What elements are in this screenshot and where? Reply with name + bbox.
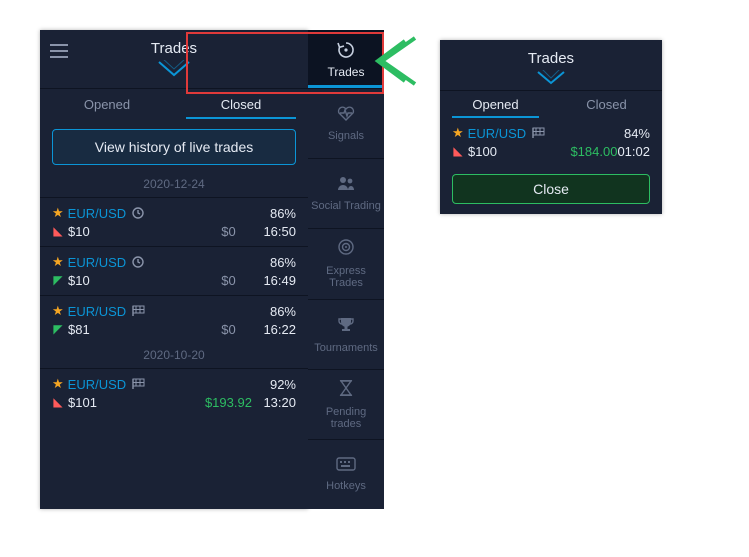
close-trade-button[interactable]: Close xyxy=(452,174,650,204)
rail-label: Signals xyxy=(328,130,364,142)
star-icon: ★ xyxy=(52,254,64,270)
trade-percent: 84% xyxy=(624,126,650,141)
trade-time: 16:50 xyxy=(263,224,296,239)
panel-title: Trades xyxy=(40,40,308,57)
view-history-button[interactable]: View history of live trades xyxy=(52,129,296,165)
rail-label: Social Trading xyxy=(311,200,381,212)
tab-closed[interactable]: Closed xyxy=(551,91,662,119)
trades-panel-closed: Trades Opened Closed View history of liv… xyxy=(40,30,308,509)
trade-row[interactable]: ★ EUR/USD 86% ◣ $10 $0 16:50 xyxy=(40,197,308,246)
heartbeat-icon xyxy=(336,105,356,126)
tab-opened[interactable]: Opened xyxy=(40,89,174,119)
trade-amount: $10 xyxy=(68,224,90,239)
trade-result: $193.92 xyxy=(193,395,263,410)
trade-pair: EUR/USD xyxy=(468,126,527,141)
trade-result: $0 xyxy=(193,224,263,239)
side-rail: Trades Signals Social Trading Express Tr… xyxy=(308,30,384,509)
tab-opened[interactable]: Opened xyxy=(440,91,551,119)
star-icon: ★ xyxy=(52,205,64,221)
trade-row[interactable]: ★ EUR/USD 86% ◤ $10 $0 16:49 xyxy=(40,246,308,295)
tabs: Opened Closed xyxy=(40,89,308,119)
flag-icon xyxy=(532,127,546,139)
trade-pair: EUR/USD xyxy=(68,206,127,221)
trade-pair: EUR/USD xyxy=(68,377,127,392)
trade-percent: 86% xyxy=(270,255,296,270)
trade-row[interactable]: ★ EUR/USD 92% ◣ $101 $193.92 13:20 xyxy=(40,368,308,417)
trade-time: 13:20 xyxy=(263,395,296,410)
trade-time: 16:22 xyxy=(263,322,296,337)
rail-item-trades[interactable]: Trades xyxy=(308,30,384,89)
history-icon xyxy=(336,40,356,63)
trade-amount: $100 xyxy=(468,144,497,159)
trade-percent: 86% xyxy=(270,206,296,221)
trade-amount: $10 xyxy=(68,273,90,288)
trade-result: $0 xyxy=(193,273,263,288)
trade-percent: 86% xyxy=(270,304,296,319)
arrow-up-icon: ◤ xyxy=(52,322,64,336)
tab-closed[interactable]: Closed xyxy=(174,89,308,119)
trade-result: $0 xyxy=(193,322,263,337)
trade-row[interactable]: ★ EUR/USD 86% ◤ $81 $0 16:22 xyxy=(40,295,308,344)
tabs: Opened Closed xyxy=(440,91,662,119)
target-icon xyxy=(337,238,355,261)
trade-percent: 92% xyxy=(270,377,296,392)
trades-panel-opened: Trades Opened Closed ★ EUR/USD 84% ◣ $10… xyxy=(440,40,662,214)
panel-header: Trades xyxy=(440,40,662,91)
rail-label: Trades xyxy=(328,65,365,79)
clock-icon xyxy=(132,207,144,219)
trade-amount: $101 xyxy=(68,395,97,410)
trade-pair: EUR/USD xyxy=(68,255,127,270)
rail-label: Tournaments xyxy=(314,342,378,354)
panel-header: Trades xyxy=(40,30,308,89)
star-icon: ★ xyxy=(52,376,64,392)
rail-item-signals[interactable]: Signals xyxy=(308,89,384,159)
trade-amount: $81 xyxy=(68,322,90,337)
rail-label: Express Trades xyxy=(310,265,382,289)
arrow-down-icon: ◣ xyxy=(52,224,64,238)
chevron-down-icon[interactable] xyxy=(440,70,662,86)
trade-result: $184.00 xyxy=(570,144,617,159)
trade-pair: EUR/USD xyxy=(68,304,127,319)
rail-item-hotkeys[interactable]: Hotkeys xyxy=(308,440,384,509)
flag-icon xyxy=(132,305,146,317)
trade-row[interactable]: ★ EUR/USD 84% ◣ $100 $184.00 01:02 xyxy=(440,118,662,166)
keyboard-icon xyxy=(336,457,356,476)
trade-time: 16:49 xyxy=(263,273,296,288)
date-separator: 2020-12-24 xyxy=(40,173,308,197)
date-separator: 2020-10-20 xyxy=(40,344,308,368)
rail-label: Hotkeys xyxy=(326,480,366,492)
rail-label: Pending trades xyxy=(310,406,382,430)
users-icon xyxy=(336,175,356,196)
rail-item-express-trades[interactable]: Express Trades xyxy=(308,229,384,299)
hourglass-icon xyxy=(339,379,353,402)
arrow-up-icon: ◤ xyxy=(52,273,64,287)
clock-icon xyxy=(132,256,144,268)
arrow-down-icon: ◣ xyxy=(452,144,464,158)
arrow-down-icon: ◣ xyxy=(52,395,64,409)
rail-item-social-trading[interactable]: Social Trading xyxy=(308,159,384,229)
rail-item-pending-trades[interactable]: Pending trades xyxy=(308,370,384,440)
chevron-down-icon[interactable] xyxy=(40,60,308,78)
trophy-icon xyxy=(337,315,355,338)
rail-item-tournaments[interactable]: Tournaments xyxy=(308,300,384,370)
panel-title: Trades xyxy=(440,50,662,67)
flag-icon xyxy=(132,378,146,390)
star-icon: ★ xyxy=(52,303,64,319)
trade-time: 01:02 xyxy=(617,144,650,159)
star-icon: ★ xyxy=(452,125,464,141)
